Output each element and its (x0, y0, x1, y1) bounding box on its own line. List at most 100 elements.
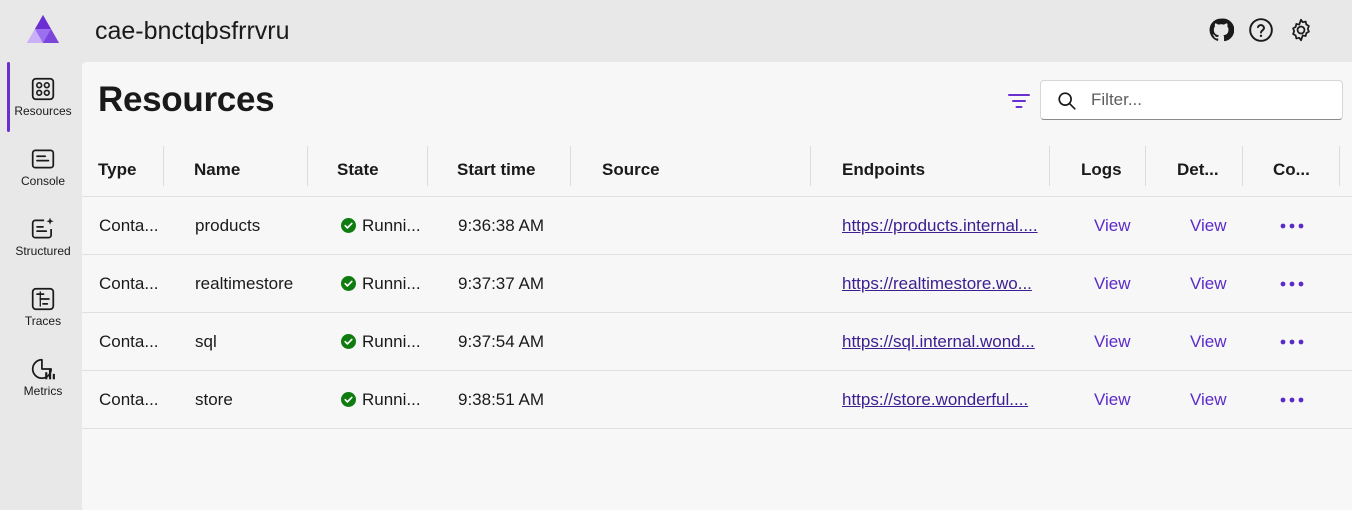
table-row[interactable]: Conta... store Runni... 9:38:51 AM https… (82, 371, 1352, 428)
sidebar-item-traces[interactable]: Traces (6, 272, 80, 342)
column-header-commands[interactable]: Co... (1273, 144, 1333, 196)
cell-commands (1280, 255, 1320, 312)
console-icon (31, 149, 55, 169)
column-header-logs[interactable]: Logs (1081, 144, 1141, 196)
cell-start-time: 9:38:51 AM (458, 389, 545, 409)
row-divider (82, 428, 1352, 429)
endpoint-link[interactable]: https://sql.internal.wond... (842, 332, 1035, 352)
sidebar-item-console[interactable]: Console (6, 132, 80, 202)
running-check-icon (341, 276, 356, 291)
table-row[interactable]: Conta... sql Runni... 9:37:54 AM https:/… (82, 313, 1352, 370)
resources-icon (31, 77, 55, 101)
table-row[interactable]: Conta... products Runni... 9:36:38 AM ht… (82, 197, 1352, 254)
cell-logs: View (1094, 371, 1144, 428)
view-logs-link[interactable]: View (1094, 332, 1131, 352)
view-details-link[interactable]: View (1190, 274, 1227, 294)
cell-endpoint: https://sql.internal.wond... (842, 313, 1047, 370)
cell-name: products (195, 215, 261, 235)
sidebar-item-label: Metrics (23, 384, 63, 398)
cell-start-time: 9:37:54 AM (458, 331, 545, 351)
cell-state: Runni... (341, 255, 425, 312)
app-title: cae-bnctqbsfrrvru (95, 17, 290, 45)
cell-details: View (1190, 255, 1240, 312)
cell-commands (1280, 371, 1320, 428)
column-header-state[interactable]: State (337, 144, 422, 196)
endpoint-link[interactable]: https://products.internal.... (842, 216, 1038, 236)
column-divider[interactable] (570, 146, 571, 186)
view-details-link[interactable]: View (1190, 332, 1227, 352)
running-check-icon (341, 334, 356, 349)
help-icon[interactable] (1248, 17, 1274, 43)
dashboard-app: cae-bnctqbsfrrvru Resources Console Stru… (0, 0, 1352, 510)
sidebar: Resources Console Structured Traces Metr… (0, 62, 82, 510)
more-options-icon[interactable] (1280, 396, 1304, 404)
view-details-link[interactable]: View (1190, 390, 1227, 410)
column-divider[interactable] (1049, 146, 1050, 186)
metrics-icon (31, 358, 55, 380)
column-divider[interactable] (1145, 146, 1146, 186)
state-label: Runni... (362, 273, 421, 293)
column-divider[interactable] (163, 146, 164, 186)
column-header-source[interactable]: Source (602, 144, 802, 196)
top-bar: cae-bnctqbsfrrvru (0, 0, 1352, 62)
view-logs-link[interactable]: View (1094, 274, 1131, 294)
more-options-icon[interactable] (1280, 280, 1304, 288)
column-header-name[interactable]: Name (194, 144, 304, 196)
cell-commands (1280, 313, 1320, 370)
column-divider[interactable] (1242, 146, 1243, 186)
more-options-icon[interactable] (1280, 222, 1304, 230)
sidebar-item-label: Console (20, 174, 66, 188)
view-details-link[interactable]: View (1190, 216, 1227, 236)
cell-details: View (1190, 371, 1240, 428)
cell-commands (1280, 197, 1320, 254)
cell-name: realtimestore (195, 273, 294, 293)
aspire-logo-icon[interactable] (26, 14, 60, 44)
cell-source (602, 313, 802, 370)
cell-logs: View (1094, 197, 1144, 254)
column-header-endpoints[interactable]: Endpoints (842, 144, 1042, 196)
endpoint-link[interactable]: https://realtimestore.wo... (842, 274, 1032, 294)
column-divider[interactable] (810, 146, 811, 186)
search-input[interactable] (1091, 87, 1331, 113)
search-box[interactable] (1040, 80, 1343, 120)
sidebar-item-structured[interactable]: Structured (6, 202, 80, 272)
cell-start-time: 9:37:37 AM (458, 273, 545, 293)
cell-type: Conta... (99, 389, 159, 409)
search-icon (1058, 92, 1076, 110)
main-content: Resources Type Name State Start time (82, 62, 1352, 510)
endpoint-link[interactable]: https://store.wonderful.... (842, 390, 1028, 410)
cell-source (602, 371, 802, 428)
column-divider[interactable] (427, 146, 428, 186)
cell-state: Runni... (341, 313, 425, 370)
column-divider[interactable] (307, 146, 308, 186)
cell-source (602, 255, 802, 312)
cell-logs: View (1094, 255, 1144, 312)
view-logs-link[interactable]: View (1094, 216, 1131, 236)
cell-details: View (1190, 197, 1240, 254)
cell-type: Conta... (99, 273, 159, 293)
cell-name: sql (195, 331, 217, 351)
running-check-icon (341, 218, 356, 233)
column-divider[interactable] (1339, 146, 1340, 186)
column-header-start-time[interactable]: Start time (457, 144, 567, 196)
github-icon[interactable] (1208, 17, 1234, 43)
view-logs-link[interactable]: View (1094, 390, 1131, 410)
cell-endpoint: https://realtimestore.wo... (842, 255, 1047, 312)
traces-icon (31, 287, 55, 311)
table-row[interactable]: Conta... realtimestore Runni... 9:37:37 … (82, 255, 1352, 312)
page-title: Resources (98, 80, 275, 119)
cell-state: Runni... (341, 371, 425, 428)
settings-icon[interactable] (1288, 17, 1314, 43)
cell-state: Runni... (341, 197, 425, 254)
more-options-icon[interactable] (1280, 338, 1304, 346)
filter-icon[interactable] (1006, 90, 1032, 112)
sidebar-item-metrics[interactable]: Metrics (6, 342, 80, 412)
sidebar-item-resources[interactable]: Resources (6, 62, 80, 132)
state-label: Runni... (362, 215, 421, 235)
cell-type: Conta... (99, 331, 159, 351)
sidebar-item-label: Traces (24, 314, 62, 328)
column-header-details[interactable]: Det... (1177, 144, 1237, 196)
column-header-type[interactable]: Type (98, 144, 164, 196)
cell-endpoint: https://products.internal.... (842, 197, 1047, 254)
cell-name: store (195, 389, 233, 409)
